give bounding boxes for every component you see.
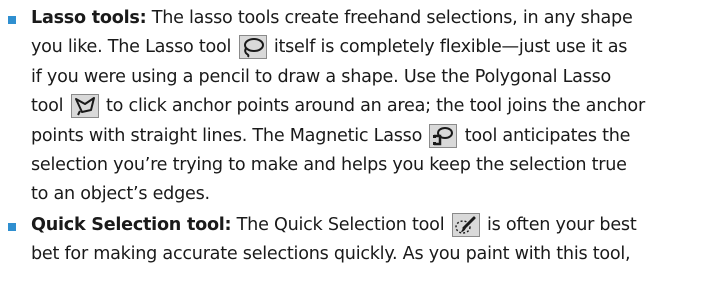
text-line: Quick Selection tool: The Quick Selectio… — [31, 211, 726, 240]
text-segment: if you were using a pencil to draw a sha… — [31, 66, 612, 87]
text-segment: The lasso tools create freehand selectio… — [146, 8, 633, 28]
bullet-marker — [8, 16, 16, 24]
polygonal-lasso-icon — [70, 94, 99, 119]
text-segment: itself is completely flexible—just use i… — [268, 37, 628, 58]
text-line: bet for making accurate selections quick… — [31, 240, 726, 269]
document-page: Lasso tools: The lasso tools create free… — [0, 0, 726, 305]
text-line: Lasso tools: The lasso tools create free… — [31, 4, 726, 33]
text-segment: tool anticipates the — [459, 125, 631, 146]
text-line: tool to click anchor points around an ar… — [31, 92, 726, 121]
text-line: you like. The Lasso tool itself is compl… — [31, 33, 726, 62]
quick-selection-paragraph: Quick Selection tool: The Quick Selectio… — [31, 211, 726, 270]
text-segment: selection you’re trying to make and help… — [31, 154, 627, 175]
term-lasso-tools: Lasso tools: — [31, 8, 147, 28]
term-quick-selection-tool: Quick Selection tool: — [31, 215, 232, 235]
text-segment: to click anchor points around an area; t… — [100, 96, 645, 117]
quick-selection-icon — [451, 213, 480, 237]
text-segment: tool — [31, 96, 69, 117]
text-line: points with straight lines. The Magnetic… — [31, 122, 726, 151]
text-segment: to an object’s edges. — [31, 184, 210, 205]
lasso-tools-paragraph: Lasso tools: The lasso tools create free… — [31, 4, 726, 210]
text-line: to an object’s edges. — [31, 180, 726, 209]
text-line: if you were using a pencil to draw a sha… — [31, 63, 726, 92]
text-segment: you like. The Lasso tool — [31, 37, 237, 58]
lasso-icon — [238, 35, 267, 60]
text-segment: points with straight lines. The Magnetic… — [31, 125, 428, 146]
text-line: selection you’re trying to make and help… — [31, 151, 726, 180]
bullet-marker — [8, 223, 16, 231]
text-segment: The Quick Selection tool — [231, 215, 450, 235]
text-segment: is often your best — [481, 215, 637, 235]
magnetic-lasso-icon — [429, 123, 458, 148]
text-segment: bet for making accurate selections quick… — [31, 244, 631, 265]
